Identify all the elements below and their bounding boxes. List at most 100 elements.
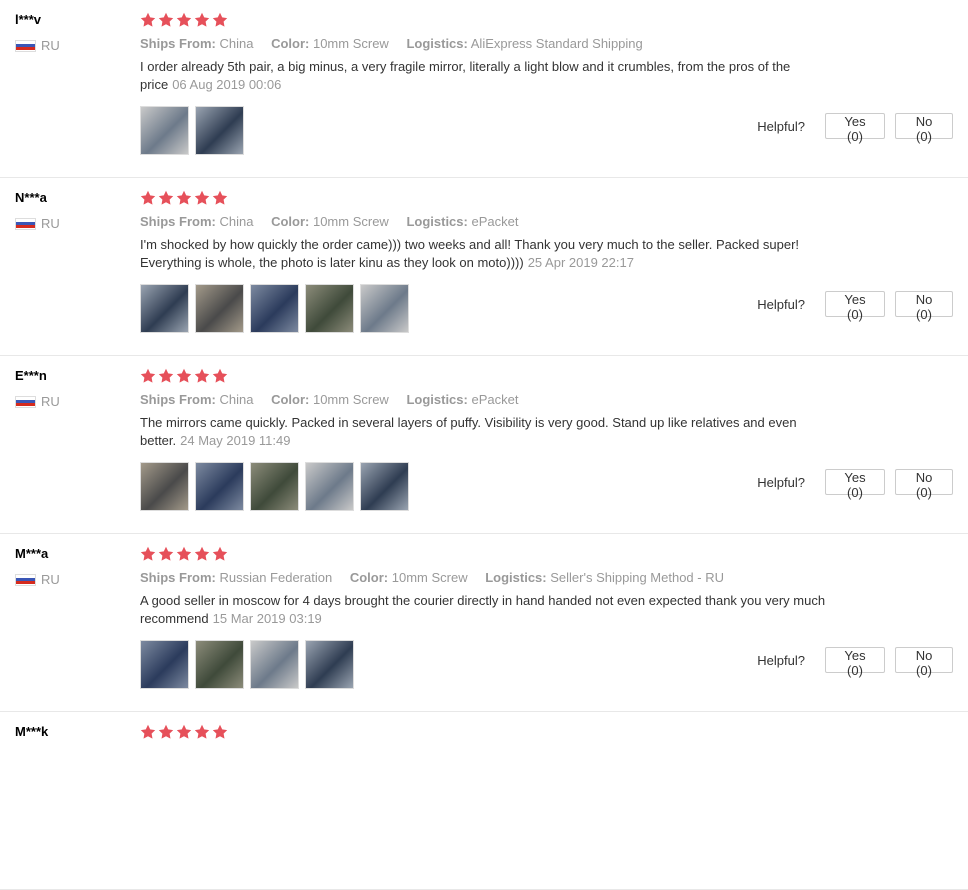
reviewer-country: RU [15, 38, 60, 53]
review-photo-thumbnail[interactable] [360, 462, 409, 511]
country-code: RU [41, 38, 60, 53]
logistics-value: ePacket [471, 392, 519, 407]
star-icon [140, 12, 156, 28]
review-photo-thumbnail[interactable] [305, 640, 354, 689]
ships-from-label: Ships From: [140, 214, 216, 229]
review-photo-thumbnail[interactable] [140, 284, 189, 333]
reviewer-info: M***k [15, 724, 48, 740]
russia-flag-icon [15, 217, 36, 230]
review-meta: Ships From: China Color: 10mm Screw Logi… [140, 36, 840, 51]
helpful-no-button[interactable]: No (0) [895, 113, 953, 144]
ships-from-label: Ships From: [140, 36, 216, 51]
reviewer-country: RU [15, 216, 60, 231]
russia-flag-icon [15, 39, 36, 52]
color-value: 10mm Screw [312, 214, 389, 229]
star-rating [140, 190, 840, 208]
country-code: RU [41, 572, 60, 587]
country-code: RU [41, 216, 60, 231]
star-icon [212, 190, 228, 206]
review-photo-thumbnail[interactable] [140, 462, 189, 511]
helpful-yes-button[interactable]: Yes (0) [825, 113, 885, 144]
review-item: l***v RU Ships From: China Color: 10mm S… [0, 0, 968, 178]
review-photos [140, 462, 840, 511]
star-icon [140, 546, 156, 562]
star-icon [176, 368, 192, 384]
helpful-yes-button[interactable]: Yes (0) [825, 291, 885, 322]
ships-from-label: Ships From: [140, 570, 216, 585]
review-date: 25 Apr 2019 22:17 [527, 255, 634, 270]
star-icon [212, 12, 228, 28]
logistics-label: Logistics: [485, 570, 547, 585]
star-icon [212, 546, 228, 562]
review-content: Ships From: China Color: 10mm Screw Logi… [140, 190, 840, 333]
review-photo-thumbnail[interactable] [305, 284, 354, 333]
logistics-value: AliExpress Standard Shipping [470, 36, 643, 51]
ships-from-value: Russian Federation [219, 570, 333, 585]
review-item: E***n RU Ships From: China Color: 10mm S… [0, 356, 968, 534]
star-icon [194, 368, 210, 384]
review-photo-thumbnail[interactable] [140, 640, 189, 689]
ships-from-label: Ships From: [140, 392, 216, 407]
helpful-label: Helpful? [757, 118, 805, 134]
reviewer-info: E***n RU [15, 368, 60, 409]
review-photo-thumbnail[interactable] [140, 106, 189, 155]
helpful-controls: Helpful? Yes (0) No (0) [757, 647, 953, 678]
star-icon [140, 368, 156, 384]
ships-from-value: China [219, 392, 254, 407]
reviewer-country: RU [15, 394, 60, 409]
star-icon [194, 12, 210, 28]
review-content: Ships From: China Color: 10mm Screw Logi… [140, 368, 840, 511]
review-photo-thumbnail[interactable] [250, 462, 299, 511]
star-icon [158, 12, 174, 28]
helpful-yes-button[interactable]: Yes (0) [825, 469, 885, 500]
star-rating [140, 368, 840, 386]
star-icon [158, 368, 174, 384]
review-content: Ships From: China Color: 10mm Screw Logi… [140, 12, 840, 155]
color-value: 10mm Screw [391, 570, 468, 585]
star-rating [140, 546, 840, 564]
star-icon [212, 724, 228, 740]
reviewer-info: M***a RU [15, 546, 60, 587]
review-photo-thumbnail[interactable] [195, 106, 244, 155]
review-photo-thumbnail[interactable] [360, 284, 409, 333]
star-icon [176, 12, 192, 28]
review-item: M***a RU Ships From: Russian Federation … [0, 534, 968, 712]
review-date: 06 Aug 2019 00:06 [172, 77, 282, 92]
helpful-controls: Helpful? Yes (0) No (0) [757, 469, 953, 500]
review-photos [140, 284, 840, 333]
logistics-label: Logistics: [406, 36, 468, 51]
star-icon [140, 190, 156, 206]
review-text-block: The mirrors came quickly. Packed in seve… [140, 414, 840, 450]
ships-from-value: China [219, 214, 254, 229]
review-photo-thumbnail[interactable] [250, 284, 299, 333]
color-value: 10mm Screw [312, 392, 389, 407]
reviewer-country: RU [15, 572, 60, 587]
star-icon [212, 368, 228, 384]
review-photo-thumbnail[interactable] [195, 462, 244, 511]
reviewer-name: l***v [15, 12, 42, 27]
star-rating [140, 724, 840, 742]
review-photo-thumbnail[interactable] [250, 640, 299, 689]
helpful-yes-button[interactable]: Yes (0) [825, 647, 885, 678]
color-label: Color: [271, 36, 310, 51]
review-photo-thumbnail[interactable] [195, 640, 244, 689]
helpful-no-button[interactable]: No (0) [895, 647, 953, 678]
star-icon [158, 190, 174, 206]
helpful-no-button[interactable]: No (0) [895, 291, 953, 322]
star-icon [176, 724, 192, 740]
helpful-no-button[interactable]: No (0) [895, 469, 953, 500]
review-photos [140, 106, 840, 155]
review-photos [140, 640, 840, 689]
star-icon [194, 546, 210, 562]
review-photo-thumbnail[interactable] [305, 462, 354, 511]
review-list: l***v RU Ships From: China Color: 10mm S… [0, 0, 968, 890]
review-content: Ships From: Color: Logistics: [140, 724, 840, 754]
color-label: Color: [271, 214, 310, 229]
star-rating [140, 12, 840, 30]
logistics-label: Logistics: [406, 214, 468, 229]
review-date: 15 Mar 2019 03:19 [212, 611, 322, 626]
country-code: RU [41, 394, 60, 409]
review-photo-thumbnail[interactable] [195, 284, 244, 333]
logistics-value: ePacket [471, 214, 519, 229]
reviewer-name: N***a [15, 190, 47, 205]
